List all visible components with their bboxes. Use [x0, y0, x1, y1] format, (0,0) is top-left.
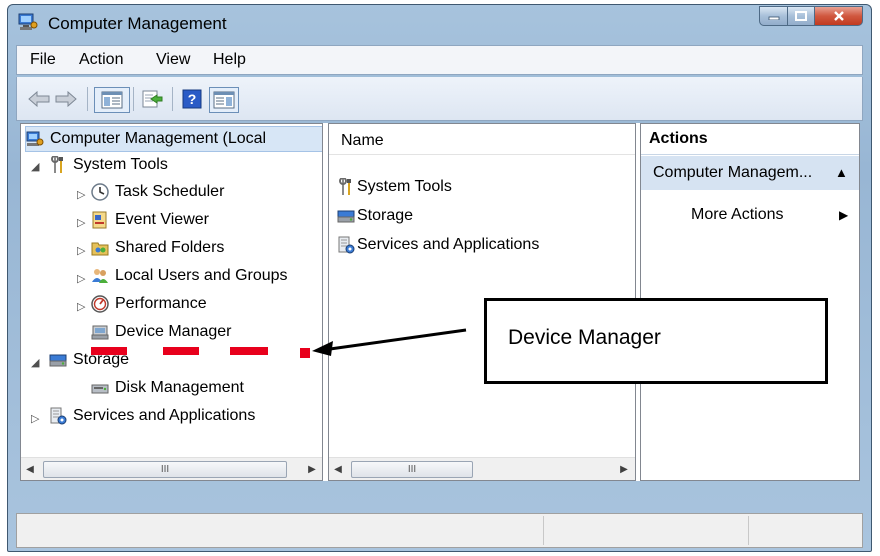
callout-box: Device Manager — [484, 298, 828, 384]
callout-label: Device Manager — [508, 326, 661, 349]
annotation-overlay — [91, 328, 467, 358]
red-dashed-underline — [91, 347, 310, 358]
callout-arrow — [312, 328, 467, 356]
screenshot-frame: Computer Management File Action View Hel… — [0, 0, 880, 556]
